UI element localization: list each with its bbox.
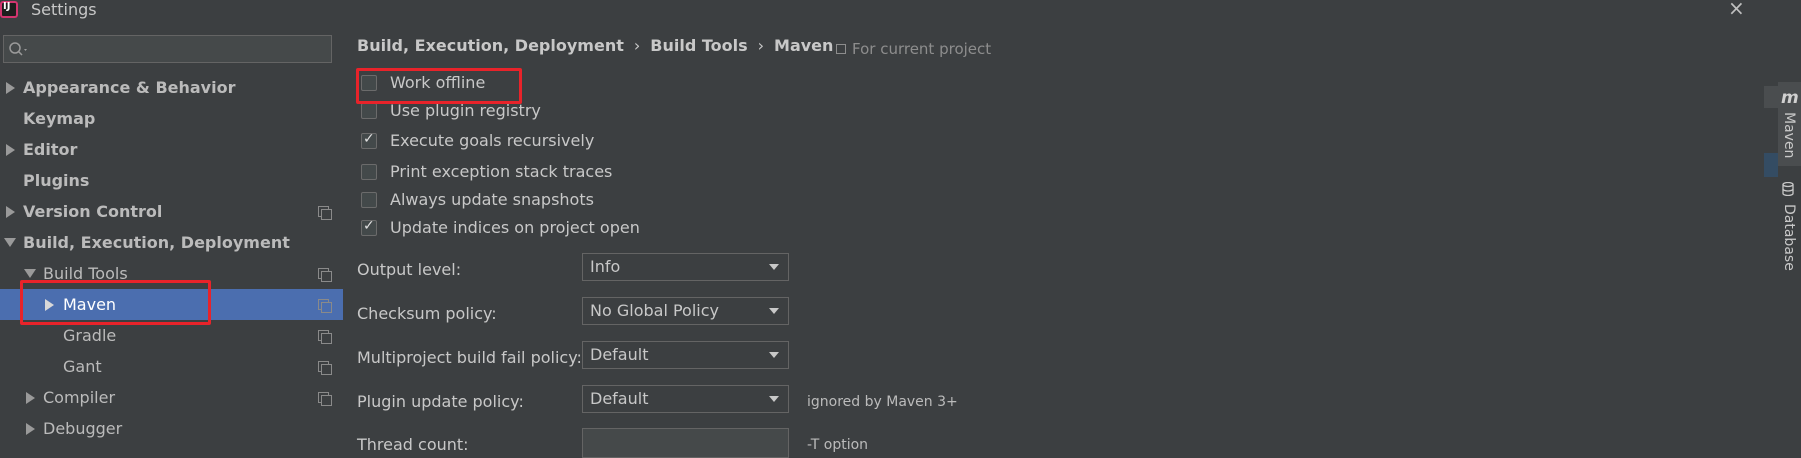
select-value: Default [590, 345, 649, 364]
plugin-update-policy-hint: ignored by Maven 3+ [807, 394, 958, 410]
multiproject-fail-policy-select[interactable]: Default [582, 341, 789, 369]
project-level-icon [318, 330, 332, 344]
project-level-icon [318, 392, 332, 406]
tree-item-gant[interactable]: Gant [0, 351, 343, 382]
checkbox-box[interactable] [361, 164, 377, 180]
tree-item-appearance-behavior[interactable]: Appearance & Behavior [0, 72, 343, 103]
breadcrumb-item: Build Tools [650, 36, 748, 55]
dropdown-arrow-icon[interactable] [769, 352, 779, 358]
for-current-project-note: For current project [836, 40, 991, 58]
checkbox-box[interactable] [361, 103, 377, 119]
select-value: No Global Policy [590, 301, 719, 320]
chevron-right-icon[interactable] [26, 392, 35, 404]
chevron-right-icon[interactable] [26, 423, 35, 435]
window-title: Settings [31, 0, 97, 19]
breadcrumb-separator: › [633, 36, 641, 55]
checkbox-label: Update indices on project open [390, 218, 640, 237]
chevron-right-icon[interactable] [6, 144, 15, 156]
project-level-icon [318, 299, 332, 313]
breadcrumb-item: Maven [774, 36, 834, 55]
tool-window-strip: m Maven Database [1764, 0, 1801, 458]
highlight-work-offline [356, 68, 522, 104]
intellij-app-icon [0, 1, 18, 18]
chevron-down-icon[interactable] [4, 238, 16, 247]
database-icon[interactable] [1782, 182, 1794, 196]
project-level-icon [318, 268, 332, 282]
project-level-icon [318, 361, 332, 375]
thread-count-input[interactable] [582, 428, 789, 458]
settings-sidebar: Appearance & Behavior Keymap Editor Plug… [0, 20, 343, 458]
tree-item-label: Version Control [23, 202, 163, 221]
checkbox-box-checked[interactable] [361, 131, 377, 149]
checkbox-label: Print exception stack traces [390, 162, 613, 181]
tree-item-debugger[interactable]: Debugger [0, 413, 343, 444]
plugin-update-policy-select[interactable]: Default [582, 385, 789, 413]
checksum-policy-select[interactable]: No Global Policy [582, 297, 789, 325]
checkbox-label: Execute goals recursively [390, 131, 595, 150]
thread-count-hint: -T option [807, 437, 869, 453]
highlight-maven [20, 280, 211, 325]
for-current-project-label: For current project [852, 40, 992, 58]
tree-item-plugins[interactable]: Plugins [0, 165, 343, 196]
maven-tool-window-label[interactable]: Maven [1781, 112, 1797, 158]
thread-count-label: Thread count: [357, 435, 469, 454]
tree-item-build-execution-deployment[interactable]: Build, Execution, Deployment [0, 227, 343, 258]
output-level-label: Output level: [357, 260, 462, 279]
maven-settings-panel: Build, Execution, Deployment › Build Tools… [343, 20, 1764, 458]
search-input[interactable] [3, 35, 332, 63]
search-icon [9, 42, 27, 56]
chevron-right-icon[interactable] [6, 206, 15, 218]
checkbox-box[interactable] [361, 192, 377, 208]
checksum-policy-label: Checksum policy: [357, 304, 497, 323]
title-bar: Settings × [0, 0, 1764, 20]
dropdown-arrow-icon[interactable] [769, 264, 779, 270]
tree-item-label: Gant [63, 357, 102, 376]
tree-item-keymap[interactable]: Keymap [0, 103, 343, 134]
tree-item-label: Plugins [23, 171, 90, 190]
close-icon[interactable]: × [1728, 0, 1745, 18]
tree-item-label: Keymap [23, 109, 96, 128]
tree-item-version-control[interactable]: Version Control [0, 196, 343, 227]
editor-edge [1764, 86, 1778, 108]
chevron-down-icon[interactable] [24, 269, 36, 278]
database-tool-window-label[interactable]: Database [1781, 204, 1797, 271]
select-value: Info [590, 257, 621, 276]
checkbox-label: Always update snapshots [390, 190, 594, 209]
checkbox-box-checked[interactable] [361, 218, 377, 236]
breadcrumb-item: Build, Execution, Deployment [357, 36, 624, 55]
breadcrumb: Build, Execution, Deployment › Build Tools… [357, 36, 833, 55]
multiproject-fail-policy-label: Multiproject build fail policy: [357, 348, 582, 367]
project-level-icon [318, 206, 332, 220]
dropdown-arrow-icon[interactable] [769, 308, 779, 314]
plugin-update-policy-label: Plugin update policy: [357, 392, 524, 411]
tree-item-label: Appearance & Behavior [23, 78, 236, 97]
output-level-select[interactable]: Info [582, 253, 789, 281]
project-level-icon [836, 44, 846, 54]
tree-item-label: Debugger [43, 419, 123, 438]
select-value: Default [590, 389, 649, 408]
tree-item-editor[interactable]: Editor [0, 134, 343, 165]
tree-item-label: Editor [23, 140, 78, 159]
editor-edge-selection [1764, 153, 1778, 177]
chevron-right-icon[interactable] [6, 82, 15, 94]
tree-item-label: Compiler [43, 388, 116, 407]
breadcrumb-separator: › [757, 36, 765, 55]
tree-item-label: Build, Execution, Deployment [23, 233, 290, 252]
dropdown-arrow-icon[interactable] [769, 396, 779, 402]
maven-icon: m [1781, 88, 1799, 108]
tree-item-compiler[interactable]: Compiler [0, 382, 343, 413]
